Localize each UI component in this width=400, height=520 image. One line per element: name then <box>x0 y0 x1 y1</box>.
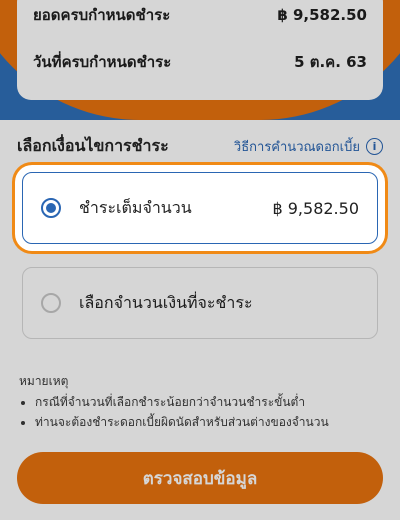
summary-card: ยอดครบกำหนดชำระ ฿ 9,582.50 วันที่ครบกำหน… <box>17 0 383 100</box>
header-background: ยอดครบกำหนดชำระ ฿ 9,582.50 วันที่ครบกำหน… <box>0 0 400 120</box>
total-due-value: ฿ 9,582.50 <box>277 6 367 24</box>
pay-full-option[interactable]: ชำระเต็มจำนวน ฿ 9,582.50 <box>22 172 378 244</box>
section-title: เลือกเงื่อนไขการชำระ <box>17 136 169 155</box>
due-date-label: วันที่ครบกำหนดชำระ <box>33 53 172 71</box>
notes-list: กรณีที่จำนวนที่เลือกชำระน้อยกว่าจำนวนชำร… <box>19 393 386 432</box>
review-info-button[interactable]: ตรวจสอบข้อมูล <box>17 452 383 504</box>
interest-calculation-link[interactable]: วิธีการคำนวณดอกเบี้ย i <box>234 136 383 157</box>
interest-link-label: วิธีการคำนวณดอกเบี้ย <box>233 140 360 155</box>
due-date-row: วันที่ครบกำหนดชำระ 5 ต.ค. 63 <box>33 50 367 74</box>
pay-full-label: ชำระเต็มจำนวน <box>79 197 192 217</box>
total-due-label: ยอดครบกำหนดชำระ <box>33 6 171 24</box>
notes-section: หมายเหตุ กรณีที่จำนวนที่เลือกชำระน้อยกว่… <box>19 372 386 433</box>
note-item: กรณีที่จำนวนที่เลือกชำระน้อยกว่าจำนวนชำร… <box>35 393 386 412</box>
info-icon[interactable]: i <box>366 138 383 155</box>
payment-section-header: เลือกเงื่อนไขการชำระ วิธีการคำนวณดอกเบี้… <box>17 134 383 159</box>
choose-amount-option[interactable]: เลือกจำนวนเงินที่จะชำระ <box>22 267 378 339</box>
choose-amount-label: เลือกจำนวนเงินที่จะชำระ <box>79 292 253 312</box>
pay-full-amount: ฿ 9,582.50 <box>272 198 359 218</box>
total-due-row: ยอดครบกำหนดชำระ ฿ 9,582.50 <box>33 3 367 27</box>
radio-selected-icon[interactable] <box>41 198 61 218</box>
due-date-value: 5 ต.ค. 63 <box>294 53 367 71</box>
radio-unselected-icon[interactable] <box>41 293 61 313</box>
note-item: ท่านจะต้องชำระดอกเบี้ยผิดนัดสำหรับส่วนต่… <box>35 413 386 432</box>
notes-title: หมายเหตุ <box>19 374 69 388</box>
